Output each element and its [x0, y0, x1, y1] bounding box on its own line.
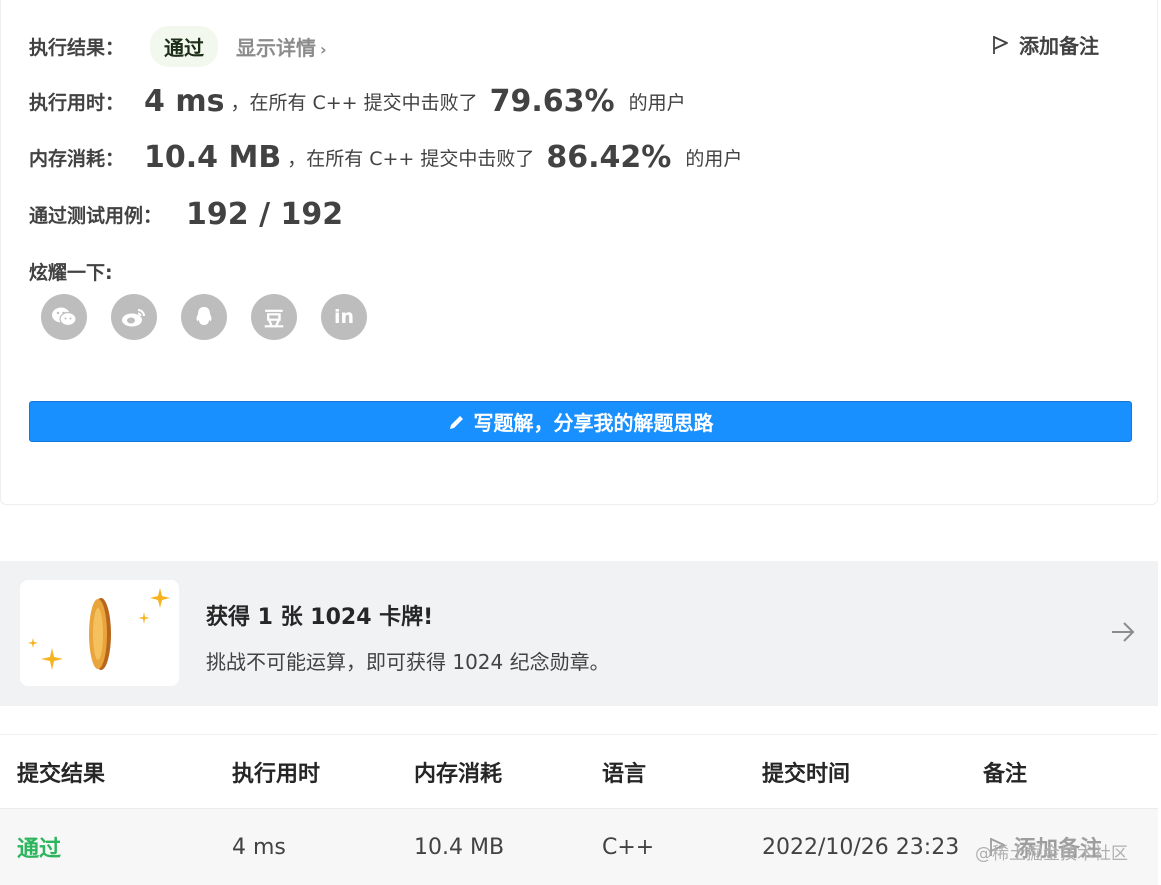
share-icons: 豆 in — [41, 294, 367, 340]
result-label: 执行结果： — [29, 37, 125, 59]
header-time: 提交时间 — [762, 761, 851, 787]
wechat-icon[interactable] — [41, 294, 87, 340]
promo-banner[interactable]: 获得 1 张 1024 卡牌! 挑战不可能运算，即可获得 1024 纪念勋章。 — [0, 561, 1158, 706]
flag-icon — [993, 35, 1008, 54]
coin-card-image — [20, 580, 179, 686]
header-runtime: 执行用时 — [232, 761, 321, 787]
pencil-icon — [449, 415, 463, 429]
row-memory: 10.4 MB — [414, 834, 505, 860]
watermark: @稀土掘金技术社区 — [975, 844, 1128, 864]
promo-subtitle: 挑战不可能运算，即可获得 1024 纪念勋章。 — [206, 650, 610, 674]
runtime-value: 4 ms — [144, 84, 225, 119]
runtime-mid-text: ，在所有 C++ 提交中击败了 — [230, 92, 478, 114]
testcases-label: 通过测试用例： — [29, 205, 163, 227]
memory-percent: 86.42% — [546, 140, 672, 175]
header-memory: 内存消耗 — [414, 761, 503, 787]
header-language: 语言 — [602, 761, 647, 787]
submission-result-card: 执行结果： 通过 显示详情 › 添加备注 执行用时： 4 ms ，在所有 C++ … — [0, 0, 1158, 505]
write-solution-label: 写题解，分享我的解题思路 — [473, 411, 714, 435]
runtime-suffix: 的用户 — [628, 92, 686, 114]
douban-icon[interactable]: 豆 — [251, 294, 297, 340]
arrow-right-icon[interactable] — [1110, 619, 1136, 645]
result-row: 执行结果： 通过 显示详情 › — [29, 26, 327, 67]
runtime-percent: 79.63% — [489, 84, 615, 119]
linkedin-icon[interactable]: in — [321, 294, 367, 340]
weibo-icon[interactable] — [111, 294, 157, 340]
chevron-right-icon: › — [320, 40, 327, 59]
promo-title: 获得 1 张 1024 卡牌! — [206, 605, 434, 630]
row-result[interactable]: 通过 — [17, 809, 61, 885]
testcases-value: 192 / 192 — [186, 197, 344, 232]
testcases-row: 通过测试用例： 192 / 192 — [29, 197, 343, 232]
memory-row: 内存消耗： 10.4 MB ，在所有 C++ 提交中击败了 86.42% 的用户 — [29, 140, 742, 175]
share-label: 炫耀一下: — [29, 262, 113, 284]
runtime-row: 执行用时： 4 ms ，在所有 C++ 提交中击败了 79.63% 的用户 — [29, 84, 686, 119]
write-solution-button[interactable]: 写题解，分享我的解题思路 — [29, 401, 1132, 442]
header-result: 提交结果 — [17, 761, 106, 787]
qq-icon[interactable] — [181, 294, 227, 340]
add-note-button[interactable]: 添加备注 — [991, 30, 1099, 59]
memory-value: 10.4 MB — [144, 140, 282, 175]
status-badge: 通过 — [150, 26, 219, 67]
memory-mid-text: ，在所有 C++ 提交中击败了 — [287, 148, 535, 170]
header-note: 备注 — [983, 761, 1028, 787]
memory-label: 内存消耗： — [29, 148, 125, 170]
add-note-label: 添加备注 — [1019, 34, 1099, 58]
share-row: 炫耀一下: — [29, 258, 113, 285]
row-time: 2022/10/26 23:23 — [762, 834, 960, 860]
runtime-label: 执行用时： — [29, 92, 125, 114]
show-details-link[interactable]: 显示详情 › — [236, 32, 327, 61]
row-language: C++ — [602, 834, 655, 860]
row-runtime: 4 ms — [232, 834, 286, 860]
memory-suffix: 的用户 — [685, 148, 743, 170]
table-header: 提交结果 执行用时 内存消耗 语言 提交时间 备注 — [0, 734, 1158, 809]
